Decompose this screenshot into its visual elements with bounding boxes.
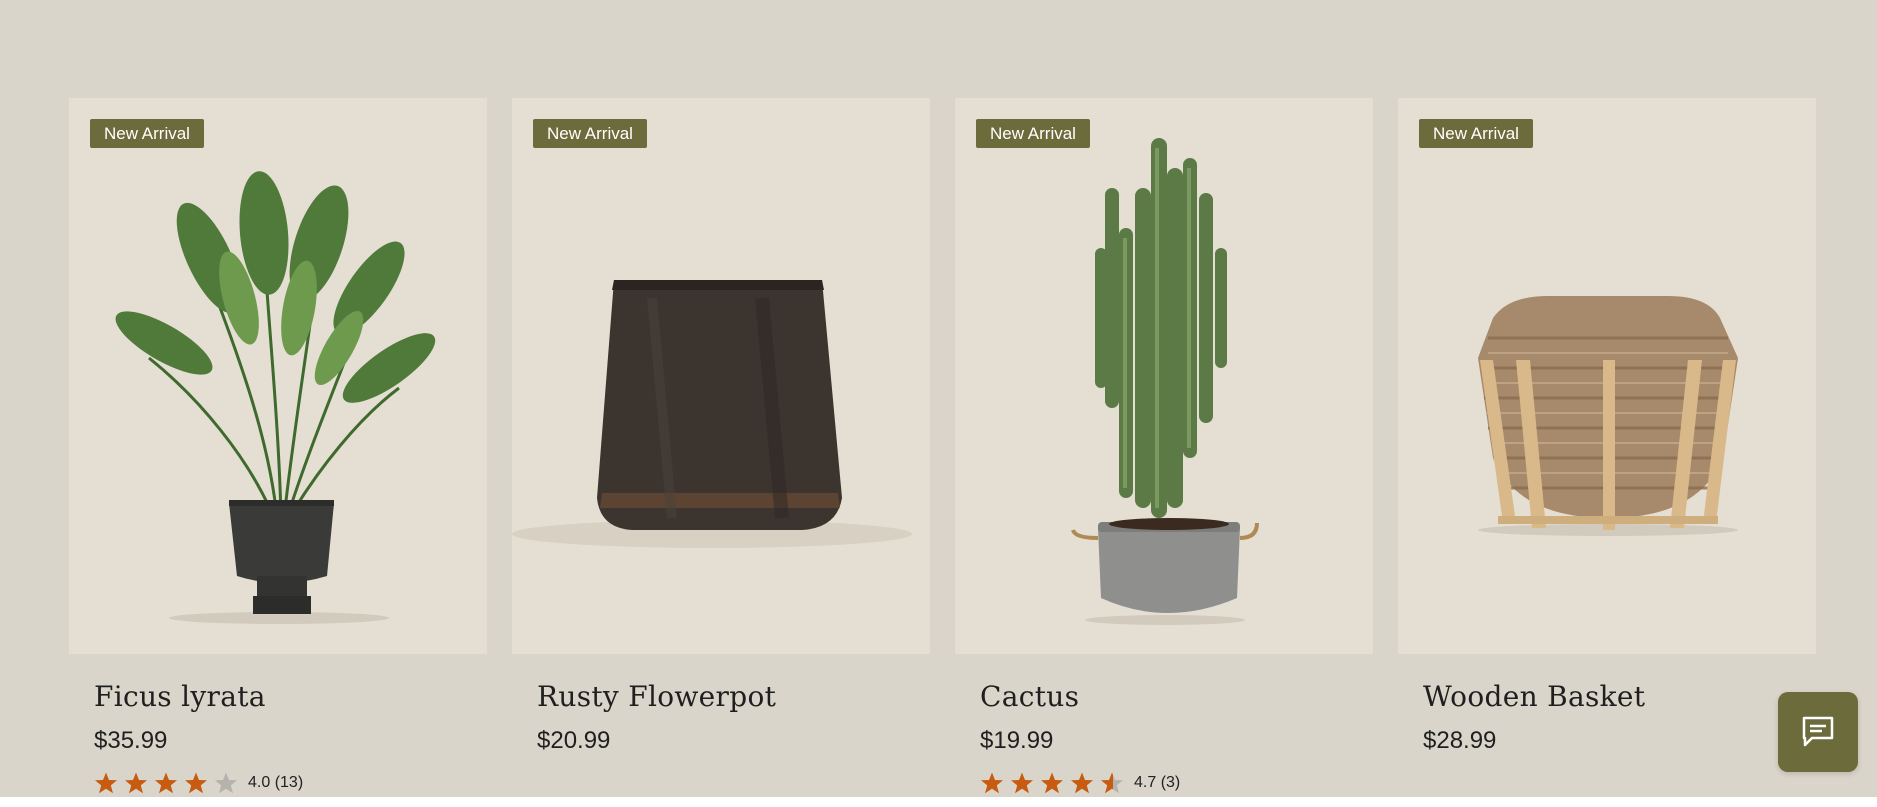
chat-icon: [1802, 716, 1834, 747]
star-half-icon: [1101, 772, 1123, 794]
new-arrival-badge: New Arrival: [533, 119, 647, 148]
rusty-pot-image: [512, 280, 912, 548]
star-full-icon: [185, 772, 207, 794]
product-price: $19.99: [980, 727, 1054, 754]
star-full-icon: [1041, 772, 1063, 794]
product-image-frame[interactable]: New Arrival: [69, 98, 487, 654]
product-price: $28.99: [1423, 727, 1497, 754]
chat-button[interactable]: [1778, 692, 1858, 772]
product-price: $35.99: [94, 727, 168, 754]
rating-text: 4.0 (13): [248, 774, 304, 791]
product-rating[interactable]: 4.7 (3): [980, 771, 1373, 795]
star-full-icon: [1011, 772, 1033, 794]
star-empty-icon: [215, 772, 237, 794]
rating-text: 4.7 (3): [1134, 774, 1181, 791]
product-card[interactable]: New Arrival Rusty Flowerpot $20.99: [512, 98, 930, 795]
page-bottom-edge: [0, 797, 1877, 807]
product-image-frame[interactable]: New Arrival: [512, 98, 930, 654]
product-image-frame[interactable]: New Arrival: [955, 98, 1373, 654]
wooden-basket-image: [1478, 296, 1738, 536]
star-full-icon: [125, 772, 147, 794]
product-card[interactable]: New Arrival Wooden Basket $28.99: [1398, 98, 1816, 795]
product-price: $20.99: [537, 727, 611, 754]
cactus-image: [1071, 138, 1259, 625]
star-full-icon: [95, 772, 117, 794]
product-grid: New Arrival Ficus lyrata $35.99 4.0 (13): [69, 98, 1816, 795]
new-arrival-badge: New Arrival: [90, 119, 204, 148]
star-full-icon: [155, 772, 177, 794]
product-name[interactable]: Wooden Basket: [1423, 680, 1816, 713]
ficus-plant-image: [115, 171, 436, 624]
product-name[interactable]: Rusty Flowerpot: [537, 680, 930, 713]
rating-stars: [980, 771, 1124, 795]
star-full-icon: [981, 772, 1003, 794]
product-rating[interactable]: 4.0 (13): [94, 771, 487, 795]
product-name[interactable]: Cactus: [980, 680, 1373, 713]
product-image-frame[interactable]: New Arrival: [1398, 98, 1816, 654]
product-name[interactable]: Ficus lyrata: [94, 680, 487, 713]
product-card[interactable]: New Arrival Cactus $19.99 4.7 (3): [955, 98, 1373, 795]
new-arrival-badge: New Arrival: [1419, 119, 1533, 148]
new-arrival-badge: New Arrival: [976, 119, 1090, 148]
rating-stars: [94, 771, 238, 795]
product-card[interactable]: New Arrival Ficus lyrata $35.99 4.0 (13): [69, 98, 487, 795]
star-full-icon: [1071, 772, 1093, 794]
